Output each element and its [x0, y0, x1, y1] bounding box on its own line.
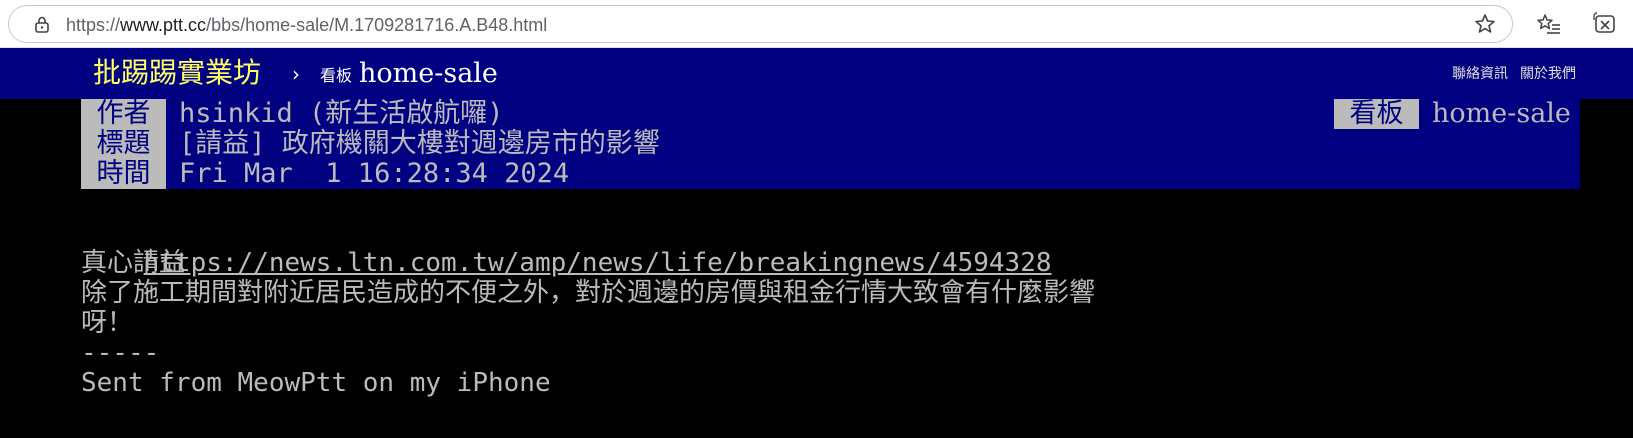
collections-icon[interactable] [1593, 12, 1617, 36]
site-logo-link[interactable]: 批踢踢實業坊 [93, 56, 261, 90]
article-link-line: https://news.ltn.com.tw/amp/news/life/br… [81, 218, 1581, 278]
url-path: /bbs/home-sale/M.1709281716.A.B48.html [206, 15, 548, 35]
address-bar[interactable]: https://www.ptt.cc/bbs/home-sale/M.17092… [8, 5, 1513, 43]
url-host: www.ptt.cc [120, 15, 207, 35]
contact-info-link[interactable]: 聯絡資訊 [1452, 66, 1508, 82]
url-text[interactable]: https://www.ptt.cc/bbs/home-sale/M.17092… [66, 14, 547, 36]
article-metadata: 作者 hsinkid (新生活啟航囉) 看板 home-sale 標題 [請益]… [81, 99, 1580, 189]
author-tag: 作者 [81, 99, 166, 129]
body-line: 呀！ [81, 308, 134, 338]
site-header: 批踢踢實業坊 › 看板 home-sale 聯絡資訊 關於我們 [0, 48, 1633, 99]
body-line: 除了施工期間對附近居民造成的不便之外，對於週邊的房價與租金行情大致會有什麼影響 [81, 278, 1096, 308]
article-body: https://news.ltn.com.tw/amp/news/life/br… [81, 218, 1581, 398]
board-value: home-sale [1432, 98, 1571, 129]
board-tag: 看板 [1334, 99, 1419, 129]
signature-divider: ----- [81, 338, 160, 368]
time-tag: 時間 [81, 159, 166, 189]
breadcrumb-board-link[interactable]: home-sale [359, 58, 498, 90]
time-value: Fri Mar 1 16:28:34 2024 [179, 158, 570, 189]
author-row: 作者 hsinkid (新生活啟航囉) 看板 home-sale [81, 99, 1580, 129]
news-link[interactable]: https://news.ltn.com.tw/amp/news/life/br… [144, 248, 1052, 278]
url-prefix: https:// [66, 15, 121, 35]
lock-icon[interactable] [33, 15, 51, 33]
title-row: 標題 [請益] 政府機關大樓對週邊房市的影響 [81, 129, 1580, 159]
author-value: hsinkid (新生活啟航囉) [179, 98, 504, 129]
favorites-icon[interactable] [1537, 12, 1561, 36]
about-us-link[interactable]: 關於我們 [1520, 66, 1576, 82]
header-links: 聯絡資訊 關於我們 [1440, 64, 1576, 84]
breadcrumb-board-label: 看板 [320, 66, 353, 85]
breadcrumb-separator: › [292, 62, 300, 86]
signature-line: Sent from MeowPtt on my iPhone [81, 368, 551, 398]
browser-toolbar: https://www.ptt.cc/bbs/home-sale/M.17092… [0, 0, 1633, 48]
time-row: 時間 Fri Mar 1 16:28:34 2024 [81, 159, 1580, 189]
title-value: [請益] 政府機關大樓對週邊房市的影響 [179, 128, 660, 159]
title-tag: 標題 [81, 129, 166, 159]
star-icon[interactable] [1473, 12, 1497, 36]
